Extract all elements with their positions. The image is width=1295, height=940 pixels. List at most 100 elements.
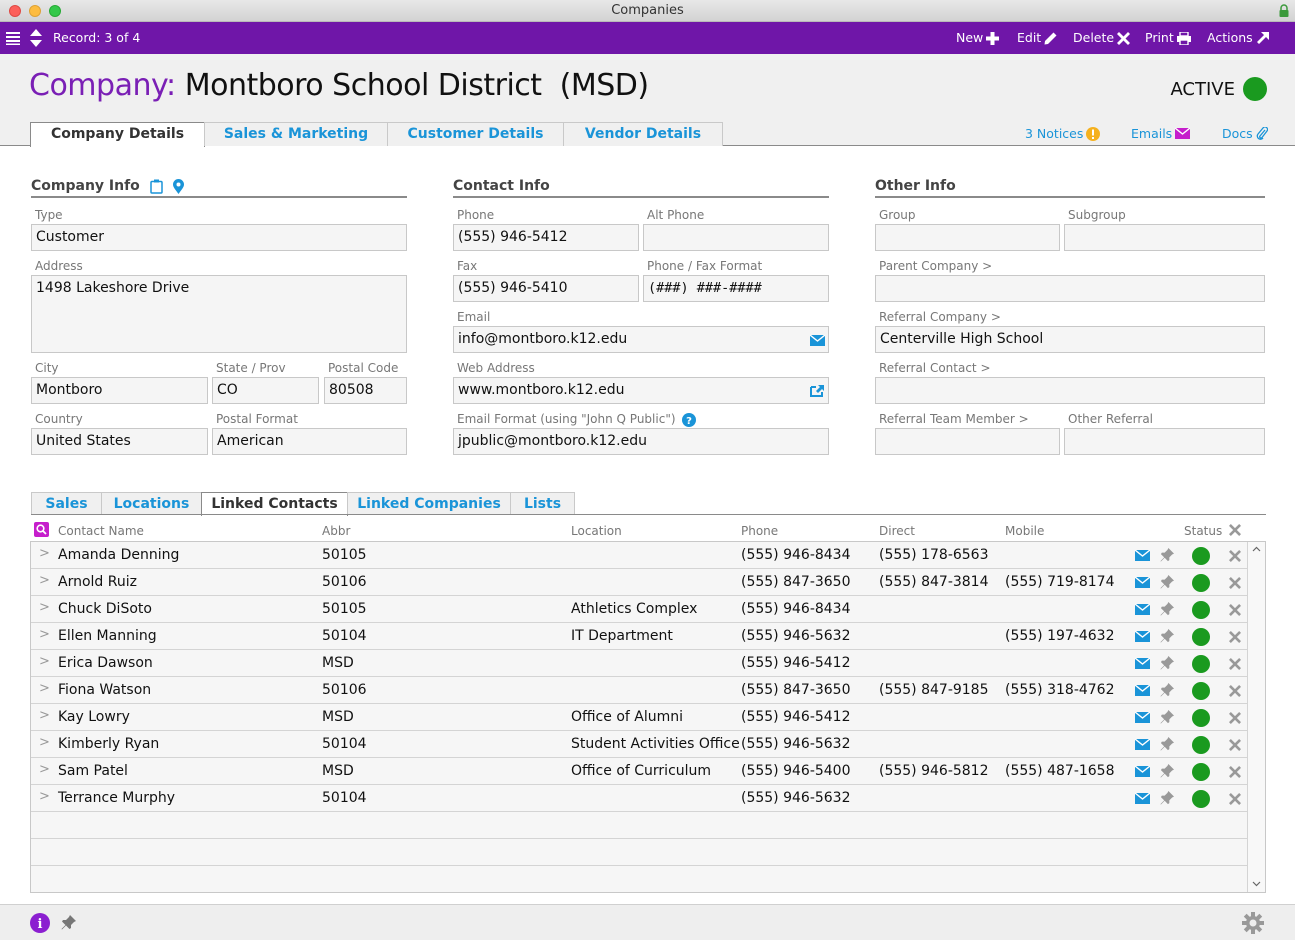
table-row[interactable]: > Kimberly Ryan 50104 Student Activities Of… xyxy=(31,731,1248,758)
email-contact-icon[interactable] xyxy=(1135,712,1150,723)
alt-phone-input[interactable] xyxy=(643,224,829,251)
delete-row-icon[interactable] xyxy=(1229,577,1241,589)
group-input[interactable] xyxy=(875,224,1060,251)
referral-team-member-input[interactable] xyxy=(875,428,1060,455)
subtab-linked-contacts[interactable]: Linked Contacts xyxy=(201,492,348,516)
pin-icon[interactable] xyxy=(1160,791,1174,805)
email-contact-icon[interactable] xyxy=(1135,658,1150,669)
minimize-window-button[interactable] xyxy=(29,5,41,17)
tab-vendor-details[interactable]: Vendor Details xyxy=(563,122,723,146)
email-input[interactable]: info@montboro.k12.edu xyxy=(453,326,829,353)
table-row[interactable]: > Terrance Murphy 50104 (555) 946-5632 xyxy=(31,785,1248,812)
menu-button[interactable] xyxy=(6,22,20,54)
send-email-icon[interactable] xyxy=(810,335,825,346)
close-window-button[interactable] xyxy=(9,5,21,17)
email-contact-icon[interactable] xyxy=(1135,550,1150,561)
actions-button[interactable]: Actions xyxy=(1207,22,1269,54)
tab-company-details[interactable]: Company Details xyxy=(30,122,205,147)
new-button[interactable]: New xyxy=(956,22,1000,54)
col-contact-name[interactable]: Contact Name xyxy=(58,524,144,538)
info-icon[interactable]: i xyxy=(30,913,50,933)
phone-input[interactable]: (555) 946-5412 xyxy=(453,224,639,251)
open-link-icon[interactable] xyxy=(810,384,825,397)
subtab-locations[interactable]: Locations xyxy=(101,492,202,515)
referral-contact-input[interactable] xyxy=(875,377,1265,404)
delete-row-icon[interactable] xyxy=(1229,766,1241,778)
subtab-lists[interactable]: Lists xyxy=(510,492,575,515)
delete-row-icon[interactable] xyxy=(1229,631,1241,643)
parent-company-input[interactable] xyxy=(875,275,1265,302)
other-referral-input[interactable] xyxy=(1064,428,1265,455)
subtab-sales[interactable]: Sales xyxy=(31,492,102,515)
table-row[interactable]: > Arnold Ruiz 50106 (555) 847-3650 (555) 847… xyxy=(31,569,1248,596)
expand-row-chevron-icon[interactable]: > xyxy=(39,681,50,696)
postal-format-input[interactable]: American xyxy=(212,428,407,455)
gear-icon[interactable] xyxy=(1242,912,1264,934)
col-status[interactable]: Status xyxy=(1184,524,1222,538)
expand-row-chevron-icon[interactable]: > xyxy=(39,735,50,750)
table-row[interactable]: > Amanda Denning 50105 (555) 946-8434 (555) … xyxy=(31,542,1248,569)
pin-icon[interactable] xyxy=(1160,629,1174,643)
subgroup-input[interactable] xyxy=(1064,224,1265,251)
type-input[interactable]: Customer xyxy=(31,224,407,251)
email-contact-icon[interactable] xyxy=(1135,739,1150,750)
expand-row-chevron-icon[interactable]: > xyxy=(39,762,50,777)
delete-row-icon[interactable] xyxy=(1229,739,1241,751)
delete-row-icon[interactable] xyxy=(1229,793,1241,805)
col-location[interactable]: Location xyxy=(571,524,622,538)
email-contact-icon[interactable] xyxy=(1135,604,1150,615)
delete-row-icon[interactable] xyxy=(1229,604,1241,616)
email-format-input[interactable]: jpublic@montboro.k12.edu xyxy=(453,428,829,455)
referral-company-input[interactable]: Centerville High School xyxy=(875,326,1265,353)
table-row[interactable]: > Chuck DiSoto 50105 Athletics Complex (555)… xyxy=(31,596,1248,623)
state-input[interactable]: CO xyxy=(212,377,319,404)
zoom-window-button[interactable] xyxy=(49,5,61,17)
delete-row-icon[interactable] xyxy=(1229,550,1241,562)
address-input[interactable]: 1498 Lakeshore Drive xyxy=(31,275,407,353)
expand-row-chevron-icon[interactable]: > xyxy=(39,573,50,588)
pin-icon[interactable] xyxy=(61,915,76,930)
fax-input[interactable]: (555) 946-5410 xyxy=(453,275,639,302)
tab-sales-marketing[interactable]: Sales & Marketing xyxy=(204,122,388,146)
col-abbr[interactable]: Abbr xyxy=(322,524,350,538)
emails-link[interactable]: Emails xyxy=(1131,126,1191,141)
pin-icon[interactable] xyxy=(1160,710,1174,724)
table-row[interactable]: > Erica Dawson MSD (555) 946-5412 xyxy=(31,650,1248,677)
notices-link[interactable]: 3 Notices xyxy=(1025,126,1101,141)
tab-customer-details[interactable]: Customer Details xyxy=(387,122,564,146)
col-direct[interactable]: Direct xyxy=(879,524,915,538)
table-row[interactable]: > Ellen Manning 50104 IT Department (555) 94… xyxy=(31,623,1248,650)
map-pin-icon[interactable] xyxy=(172,178,184,194)
pin-icon[interactable] xyxy=(1160,764,1174,778)
expand-row-chevron-icon[interactable]: > xyxy=(39,546,50,561)
scroll-down-icon[interactable] xyxy=(1252,881,1261,887)
pin-icon[interactable] xyxy=(1160,683,1174,697)
expand-row-chevron-icon[interactable]: > xyxy=(39,600,50,615)
delete-row-icon[interactable] xyxy=(1229,658,1241,670)
record-navigator[interactable] xyxy=(29,22,43,54)
email-contact-icon[interactable] xyxy=(1135,577,1150,588)
print-button[interactable]: Print xyxy=(1145,22,1191,54)
delete-row-icon[interactable] xyxy=(1229,712,1241,724)
country-input[interactable]: United States xyxy=(31,428,208,455)
delete-button[interactable]: Delete xyxy=(1073,22,1131,54)
subtab-linked-companies[interactable]: Linked Companies xyxy=(347,492,511,515)
docs-link[interactable]: Docs xyxy=(1222,126,1268,141)
table-row[interactable]: > Sam Patel MSD Office of Curriculum (555) 9… xyxy=(31,758,1248,785)
clipboard-icon[interactable] xyxy=(150,179,163,194)
col-mobile[interactable]: Mobile xyxy=(1005,524,1044,538)
expand-row-chevron-icon[interactable]: > xyxy=(39,708,50,723)
search-icon[interactable] xyxy=(34,522,49,537)
phone-format-input[interactable]: (###) ###-#### xyxy=(643,275,829,302)
pin-icon[interactable] xyxy=(1160,737,1174,751)
email-contact-icon[interactable] xyxy=(1135,766,1150,777)
email-contact-icon[interactable] xyxy=(1135,793,1150,804)
email-contact-icon[interactable] xyxy=(1135,631,1150,642)
table-row[interactable]: > Fiona Watson 50106 (555) 847-3650 (555) 84… xyxy=(31,677,1248,704)
delete-all-icon[interactable] xyxy=(1229,524,1241,536)
pin-icon[interactable] xyxy=(1160,548,1174,562)
city-input[interactable]: Montboro xyxy=(31,377,208,404)
scroll-up-icon[interactable] xyxy=(1252,546,1261,552)
web-address-input[interactable]: www.montboro.k12.edu xyxy=(453,377,829,404)
pin-icon[interactable] xyxy=(1160,575,1174,589)
